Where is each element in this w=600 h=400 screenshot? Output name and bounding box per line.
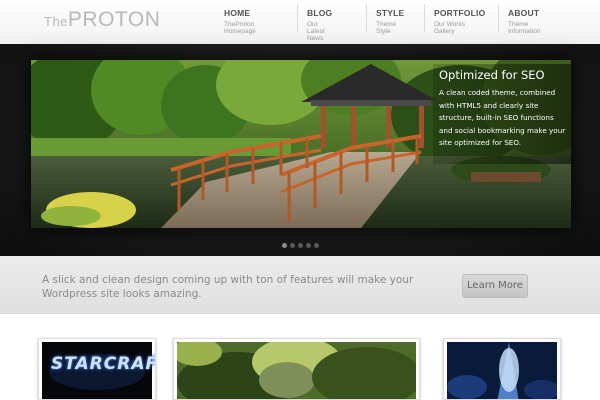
nav-item-style[interactable]: STYLE Theme Style: [366, 0, 405, 35]
nav-item-about[interactable]: ABOUT Theme Information: [498, 0, 541, 35]
nav-subtitle: Our Works Gallery: [434, 21, 465, 35]
forest-creature-thumbnail: [177, 342, 416, 399]
nav-separator: [424, 4, 425, 32]
nav-title: STYLE: [376, 8, 405, 18]
portfolio-thumb-forest[interactable]: [173, 338, 420, 400]
nav-item-home[interactable]: HOME TheProton Homepage: [214, 0, 256, 35]
nav-subtitle: Theme Information: [508, 21, 541, 35]
nav-subtitle: Our Latest News: [307, 21, 325, 42]
slide-caption: Optimized for SEO A clean coded theme, c…: [433, 64, 571, 164]
promo-text: A slick and clean design coming up with …: [42, 274, 414, 300]
promo-band: A slick and clean design coming up with …: [0, 256, 600, 314]
nav-title: PORTFOLIO: [434, 8, 486, 18]
nav-separator: [498, 4, 499, 32]
slider-dot[interactable]: [290, 243, 295, 248]
slider-dot[interactable]: [306, 243, 311, 248]
featured-slider: Optimized for SEO A clean coded theme, c…: [0, 44, 600, 256]
nav-subtitle: TheProton Homepage: [224, 21, 256, 35]
logo-prefix: The: [44, 14, 68, 29]
nav-title: ABOUT: [508, 8, 540, 18]
portfolio-thumb-space[interactable]: [443, 338, 561, 400]
thumb-logo-text: STARCRAFT: [51, 354, 155, 374]
nav-separator: [297, 4, 298, 32]
site-header: ThePROTON HOME TheProton Homepage BLOG O…: [0, 0, 600, 44]
caption-text: A clean coded theme, combined with HTML5…: [439, 88, 566, 148]
nav-subtitle: Theme Style: [376, 21, 397, 35]
nav-separator: [366, 4, 367, 32]
nav-title: HOME: [224, 8, 251, 18]
site-logo[interactable]: ThePROTON: [44, 8, 160, 32]
slider-dot[interactable]: [314, 243, 319, 248]
slider-dot[interactable]: [282, 243, 287, 248]
nav-item-blog[interactable]: BLOG Our Latest News: [297, 0, 333, 42]
learn-more-button[interactable]: Learn More: [462, 274, 528, 298]
nav-item-portfolio[interactable]: PORTFOLIO Our Works Gallery: [424, 0, 486, 35]
logo-name: PROTON: [67, 8, 161, 31]
portfolio-thumb-starcraft[interactable]: STARCRAFT: [38, 338, 156, 400]
nav-title: BLOG: [307, 8, 333, 18]
slider-dot[interactable]: [298, 243, 303, 248]
caption-title: Optimized for SEO: [439, 68, 545, 82]
space-thumbnail: [447, 342, 557, 399]
slide-image[interactable]: Optimized for SEO A clean coded theme, c…: [31, 60, 571, 228]
